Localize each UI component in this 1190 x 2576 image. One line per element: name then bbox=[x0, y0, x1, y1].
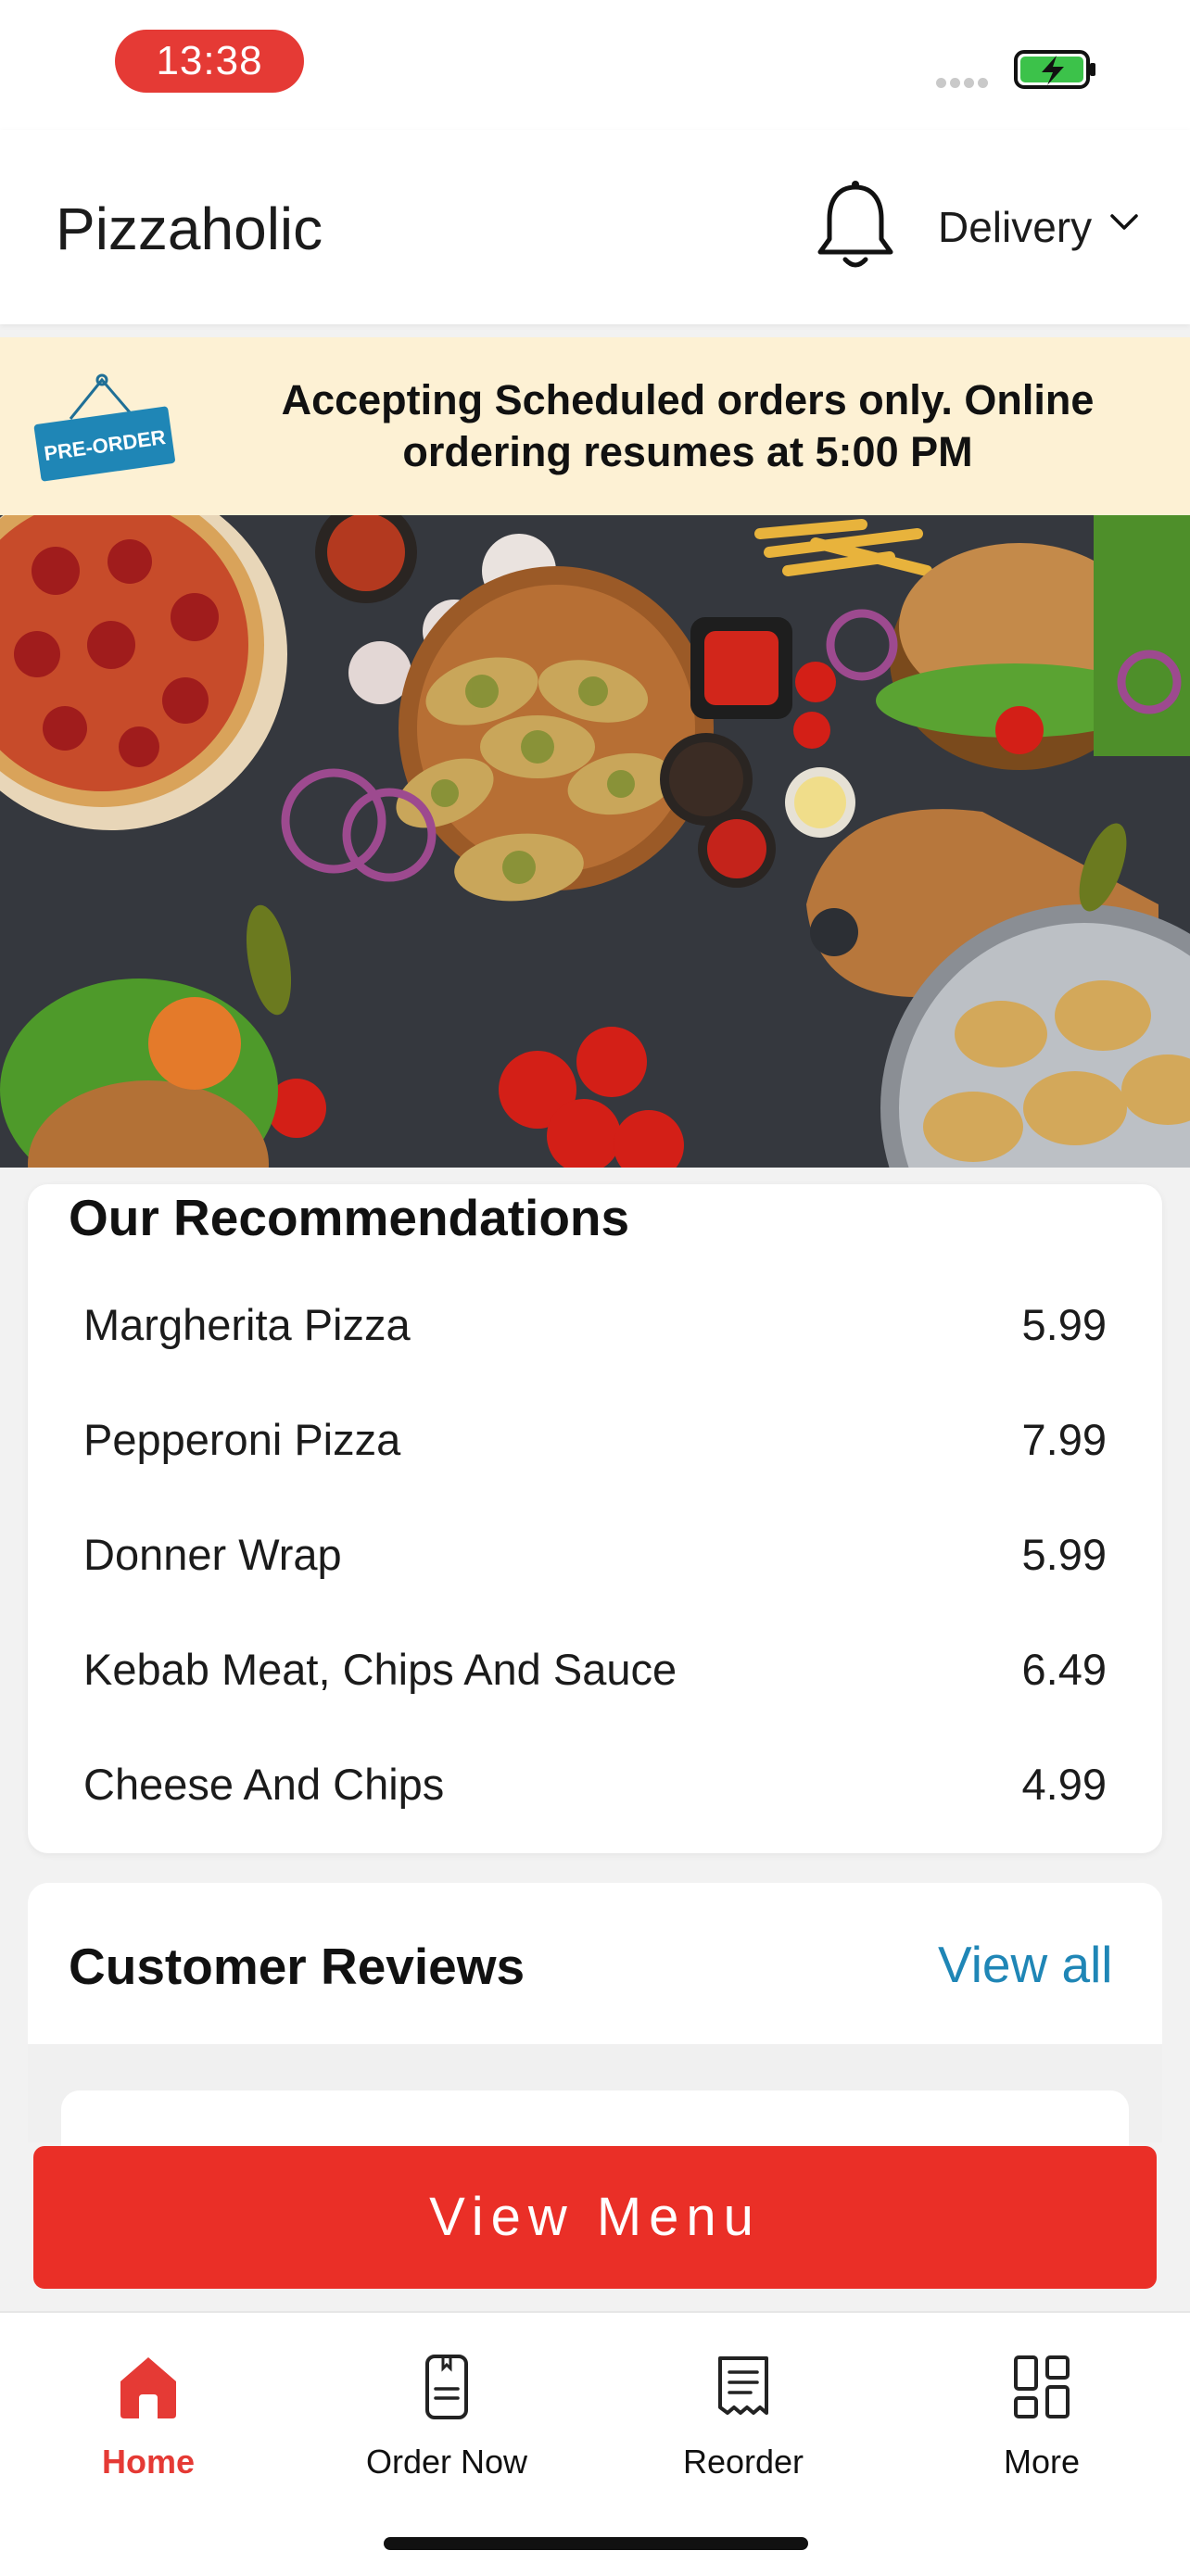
item-name: Kebab Meat, Chips And Sauce bbox=[83, 1645, 677, 1694]
nav-order-now-label: Order Now bbox=[365, 2443, 528, 2481]
item-name: Cheese And Chips bbox=[83, 1760, 445, 1809]
customer-reviews-title: Customer Reviews bbox=[69, 1938, 525, 1995]
nav-more-label: More bbox=[1003, 2443, 1081, 2481]
nav-reorder[interactable]: Reorder bbox=[632, 2354, 855, 2493]
status-time: 13:38 bbox=[115, 30, 304, 93]
signal-icon bbox=[936, 76, 997, 88]
recommendation-item[interactable]: Margherita Pizza 5.99 bbox=[83, 1299, 1107, 1373]
nav-home-label: Home bbox=[101, 2443, 196, 2481]
item-price: 5.99 bbox=[1021, 1300, 1107, 1349]
notice-message: Accepting Scheduled orders only. Online … bbox=[281, 376, 1095, 475]
grid-icon bbox=[1014, 2355, 1070, 2418]
nav-more[interactable]: More bbox=[930, 2354, 1153, 2493]
recommendation-item[interactable]: Pepperoni Pizza 7.99 bbox=[83, 1414, 1107, 1488]
item-name: Pepperoni Pizza bbox=[83, 1415, 401, 1464]
recommendations-card bbox=[28, 1184, 1162, 1853]
preorder-tag-icon: PRE-ORDER bbox=[33, 373, 175, 482]
nav-home[interactable]: Home bbox=[37, 2354, 260, 2493]
item-price: 5.99 bbox=[1021, 1530, 1107, 1579]
item-price: 6.49 bbox=[1021, 1645, 1107, 1694]
nav-order-now[interactable]: Order Now bbox=[335, 2354, 558, 2493]
recommendation-item[interactable]: Donner Wrap 5.99 bbox=[83, 1529, 1107, 1603]
recommendation-item[interactable]: Cheese And Chips 4.99 bbox=[83, 1759, 1107, 1833]
item-name: Donner Wrap bbox=[83, 1530, 342, 1579]
recommendation-item[interactable]: Kebab Meat, Chips And Sauce 6.49 bbox=[83, 1644, 1107, 1718]
app-title: Pizzaholic bbox=[56, 196, 323, 262]
hero-food-image bbox=[0, 515, 1190, 1168]
battery-icon bbox=[1014, 50, 1095, 89]
item-price: 7.99 bbox=[1021, 1415, 1107, 1464]
home-icon bbox=[120, 2357, 176, 2418]
nav-reorder-label: Reorder bbox=[682, 2443, 804, 2481]
view-menu-button[interactable]: View Menu bbox=[33, 2146, 1157, 2289]
bell-icon[interactable] bbox=[814, 178, 897, 274]
home-indicator bbox=[384, 2537, 808, 2550]
delivery-mode-selector[interactable]: Delivery bbox=[938, 202, 1092, 252]
item-price: 4.99 bbox=[1021, 1760, 1107, 1809]
view-all-reviews-link[interactable]: View all bbox=[938, 1935, 1113, 1994]
recommendations-title: Our Recommendations bbox=[69, 1189, 630, 1246]
chevron-down-icon[interactable] bbox=[1108, 211, 1140, 234]
receipt-icon bbox=[718, 2356, 768, 2415]
item-name: Margherita Pizza bbox=[83, 1300, 411, 1349]
order-icon bbox=[425, 2355, 468, 2419]
